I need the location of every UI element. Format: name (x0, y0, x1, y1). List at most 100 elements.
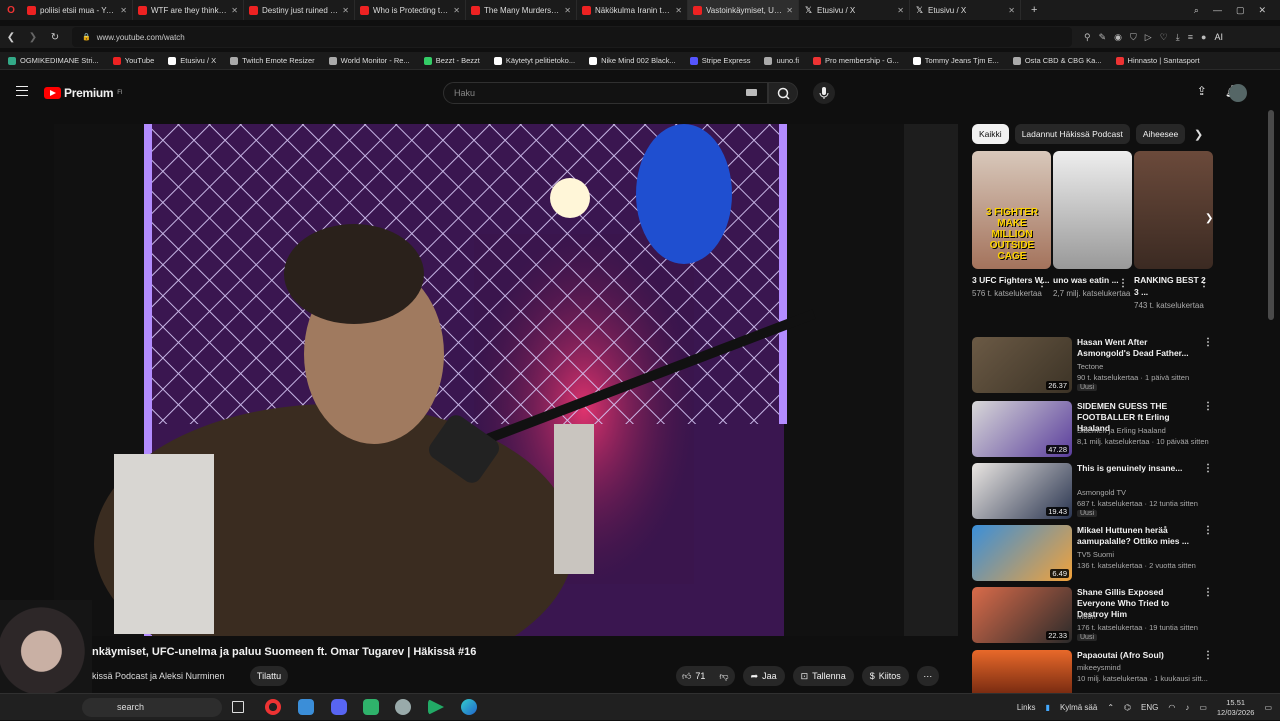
close-tab-icon[interactable]: ✕ (897, 6, 904, 15)
app-icon[interactable] (428, 699, 444, 715)
hamburger-menu-icon[interactable] (16, 86, 28, 96)
browser-tab[interactable]: Destiny just ruined his ca ✕ (244, 0, 355, 20)
reload-button[interactable]: ↻ (44, 32, 66, 43)
more-options-icon[interactable]: ⋮ (1199, 278, 1209, 289)
voice-search-button[interactable] (813, 82, 835, 104)
more-options-icon[interactable]: ⋮ (1203, 401, 1213, 412)
browser-tab[interactable]: 𝕏 Etusivu / X ✕ (910, 0, 1021, 20)
close-tab-icon[interactable]: ✕ (786, 6, 793, 15)
bookmark-item[interactable]: Nike Mind 002 Black... (589, 56, 676, 65)
short-thumbnail[interactable] (1053, 151, 1132, 269)
more-options-icon[interactable]: ⋮ (1203, 337, 1213, 348)
edit-icon[interactable]: ✎ (1099, 32, 1107, 43)
video-thumbnail[interactable]: 22.33 (972, 587, 1072, 643)
video-title[interactable]: This is genuinely insane... (1077, 463, 1199, 474)
browser-tab[interactable]: 𝕏 Etusivu / X ✕ (799, 0, 910, 20)
app-icon[interactable] (363, 699, 379, 715)
search-input[interactable]: Haku (443, 82, 768, 104)
discord-icon[interactable] (331, 699, 347, 715)
account-avatar[interactable] (1229, 84, 1247, 102)
channel-name[interactable]: Tectone (1077, 362, 1103, 371)
battery-icon[interactable]: ▭ (1199, 703, 1207, 712)
bookmark-item[interactable]: YouTube (112, 56, 154, 65)
weather-icon[interactable]: ▮ (1046, 703, 1050, 712)
edge-icon[interactable] (461, 699, 477, 715)
video-title[interactable]: Papaoutai (Afro Soul) (1077, 650, 1199, 661)
bookmark-item[interactable]: Osta CBD & CBG Ka... (1012, 56, 1102, 65)
weather-text[interactable]: Kylmä sää (1060, 703, 1097, 712)
browser-tab[interactable]: Who is Protecting the Jeffr✕ (355, 0, 466, 20)
volume-icon[interactable]: ♪ (1185, 703, 1189, 712)
recommended-video[interactable]: 19.43 This is genuinely insane... Asmongol… (972, 463, 1213, 521)
short-thumbnail[interactable]: 3 FIGHTER MAKE MILLION OUTSIDE CAGE (972, 151, 1051, 269)
upload-icon[interactable]: ⇪ (1197, 84, 1207, 98)
thanks-button[interactable]: $ Kiitos (861, 666, 909, 686)
ai-button[interactable]: AI (1214, 32, 1223, 43)
download-icon[interactable]: ⤓ (1176, 32, 1180, 43)
more-options-icon[interactable]: ⋮ (1203, 587, 1213, 598)
more-options-icon[interactable]: ⋮ (1118, 278, 1128, 289)
more-options-icon[interactable]: ⋮ (1203, 650, 1213, 661)
new-tab-button[interactable]: + (1031, 4, 1037, 16)
save-button[interactable]: ⊡ Tallenna (792, 666, 854, 686)
like-count[interactable]: 71 (695, 671, 705, 681)
bookmark-item[interactable]: OGMIKEDIMANE Stri... (8, 56, 99, 65)
links-label[interactable]: Links (1017, 703, 1036, 712)
filter-chip[interactable]: Aiheesee (1135, 124, 1186, 144)
channel-name[interactable]: kissä Podcast ja Aleksi Nurminen (92, 671, 225, 681)
channel-name[interactable]: mikeeysmind (1077, 663, 1121, 672)
video-player[interactable] (54, 124, 958, 636)
youtube-premium-logo[interactable]: Premium FI (44, 86, 123, 100)
filter-chip[interactable]: Ladannut Häkissä Podcast (1014, 124, 1130, 144)
filter-chip[interactable]: Kaikki (972, 124, 1009, 144)
close-tab-icon[interactable]: ✕ (342, 6, 349, 15)
short-thumbnail[interactable] (1134, 151, 1213, 269)
camera-icon[interactable]: ◉ (1114, 32, 1122, 43)
browser-tab[interactable]: The Many Murders of Jeff✕ (466, 0, 577, 20)
clock[interactable]: 15.51 12/03/2026 (1217, 698, 1255, 718)
channel-name[interactable]: Sidemen ja Erling Haaland (1077, 426, 1166, 435)
network-icon[interactable]: ⌬ (1124, 703, 1131, 712)
tray-chevron-icon[interactable]: ⌃ (1107, 703, 1114, 712)
browser-tab[interactable]: WTF are they thinking? - Y ✕ (133, 0, 244, 20)
more-options-icon[interactable]: ⋮ (1203, 463, 1213, 474)
video-thumbnail[interactable]: 47.28 (972, 401, 1072, 457)
bookmark-item[interactable]: Pro membership - G... (813, 56, 899, 65)
forward-button[interactable]: ❯ (22, 32, 44, 43)
close-tab-icon[interactable]: ✕ (564, 6, 571, 15)
address-bar[interactable]: 🔒 www.youtube.com/watch (72, 27, 1072, 47)
shield-icon[interactable]: ⛉ (1130, 32, 1137, 43)
channel-name[interactable]: TV5 Suomi (1077, 550, 1114, 559)
more-options-icon[interactable]: ⋮ (1203, 525, 1213, 536)
shorts-next-icon[interactable]: ❯ (1205, 213, 1213, 224)
video-thumbnail[interactable]: 19.43 (972, 463, 1072, 519)
more-options-icon[interactable]: ⋮ (1037, 278, 1047, 289)
back-button[interactable]: ❮ (0, 32, 22, 43)
maximize-button[interactable]: ▢ (1236, 5, 1245, 16)
taskbar-search[interactable]: search (82, 698, 222, 717)
bookmark-item[interactable]: Tommy Jeans Tjm E... (912, 56, 999, 65)
recommended-video[interactable]: 26.37 Hasan Went After Asmongold's Dead F… (972, 337, 1213, 395)
profile-icon[interactable]: ● (1201, 32, 1206, 43)
video-title[interactable]: Hasan Went After Asmongold's Dead Father… (1077, 337, 1199, 359)
wifi-icon[interactable]: ◠ (1168, 703, 1175, 712)
browser-tab[interactable]: Vastoinkäymiset, UFC ✕ (688, 0, 799, 20)
recommended-video[interactable]: 47.28 SIDEMEN GUESS THE FOOTBALLER ft Erl… (972, 401, 1213, 459)
minimize-button[interactable]: — (1213, 5, 1222, 15)
share-button[interactable]: ➦ Jaa (742, 666, 785, 686)
more-actions-button[interactable]: ⋯ (916, 666, 939, 686)
language-indicator[interactable]: ENG (1141, 703, 1158, 712)
bookmark-item[interactable]: uuno.fi (764, 56, 799, 65)
task-view-icon[interactable] (232, 701, 244, 713)
bookmark-item[interactable]: Hinnasto | Santasport (1115, 56, 1200, 65)
browser-tab[interactable]: Näkökulma Iranin tapahtu ✕ (577, 0, 688, 20)
video-thumbnail[interactable]: 26.37 (972, 337, 1072, 393)
bookmark-item[interactable]: Etusivu / X (168, 56, 216, 65)
close-window-button[interactable]: ✕ (1258, 5, 1266, 16)
keyboard-icon[interactable] (746, 89, 757, 96)
zoom-icon[interactable]: ⚲ (1084, 32, 1091, 43)
play-icon[interactable]: ▷ (1145, 32, 1152, 43)
recommended-video[interactable]: 6.49 Mikael Huttunen heräå aamupalalle? O… (972, 525, 1213, 583)
app-icon[interactable] (298, 699, 314, 715)
browser-tab[interactable]: poliisi etsii mua - YouTube ✕ (22, 0, 133, 20)
